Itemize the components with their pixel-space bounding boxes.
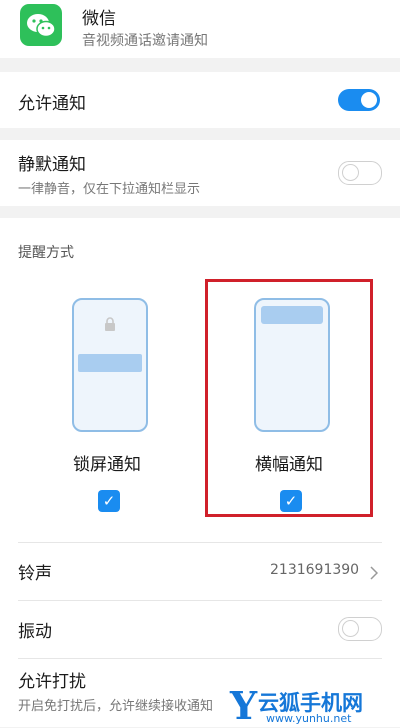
wechat-icon	[20, 4, 62, 46]
lockscreen-checkbox[interactable]: ✓	[98, 490, 120, 512]
allow-notify-row[interactable]: 允许通知	[0, 72, 400, 128]
banner-notice-bar	[261, 306, 323, 324]
banner-phone-illustration	[254, 298, 330, 432]
banner-label: 横幅通知	[255, 455, 323, 475]
vibrate-label: 振动	[18, 622, 52, 642]
dnd-desc: 开启免打扰后，允许继续接收通知	[18, 699, 214, 714]
ringtone-row[interactable]: 铃声 2131691390	[0, 543, 400, 599]
lockscreen-label: 锁屏通知	[73, 455, 141, 475]
watermark-url: www.yunhu.net	[266, 712, 352, 725]
lock-icon	[103, 316, 117, 331]
silent-notify-row[interactable]: 静默通知 一律静音，仅在下拉通知栏显示	[0, 140, 400, 206]
chevron-right-icon	[370, 565, 379, 584]
ringtone-value: 2131691390	[270, 562, 360, 578]
remind-section-label: 提醒方式	[18, 245, 74, 261]
app-name: 微信	[82, 9, 116, 29]
watermark: Y 云狐手机网 www.yunhu.net	[228, 683, 400, 728]
app-header: 微信 音视频通话邀请通知	[0, 0, 400, 58]
silent-notify-desc: 一律静音，仅在下拉通知栏显示	[18, 182, 201, 197]
lockscreen-phone-illustration	[72, 298, 148, 432]
allow-notify-label: 允许通知	[18, 94, 86, 114]
banner-option[interactable]: 横幅通知 ✓	[240, 298, 340, 518]
watermark-logo: Y	[230, 683, 258, 728]
ringtone-label: 铃声	[18, 564, 52, 584]
lockscreen-option[interactable]: 锁屏通知 ✓	[60, 298, 160, 518]
remind-card: 提醒方式 锁屏通知 ✓ 横幅通知 ✓ 铃声 2131691390 振动 允许打扰…	[0, 218, 400, 727]
app-subtitle: 音视频通话邀请通知	[82, 33, 208, 49]
silent-notify-toggle[interactable]	[338, 161, 382, 185]
allow-notify-toggle[interactable]	[338, 89, 380, 111]
banner-checkbox[interactable]: ✓	[280, 490, 302, 512]
vibrate-toggle[interactable]	[338, 617, 382, 641]
dnd-label: 允许打扰	[18, 672, 86, 692]
lockscreen-notice-bar	[78, 354, 142, 372]
silent-notify-label: 静默通知	[18, 155, 86, 175]
vibrate-row[interactable]: 振动	[0, 601, 400, 657]
